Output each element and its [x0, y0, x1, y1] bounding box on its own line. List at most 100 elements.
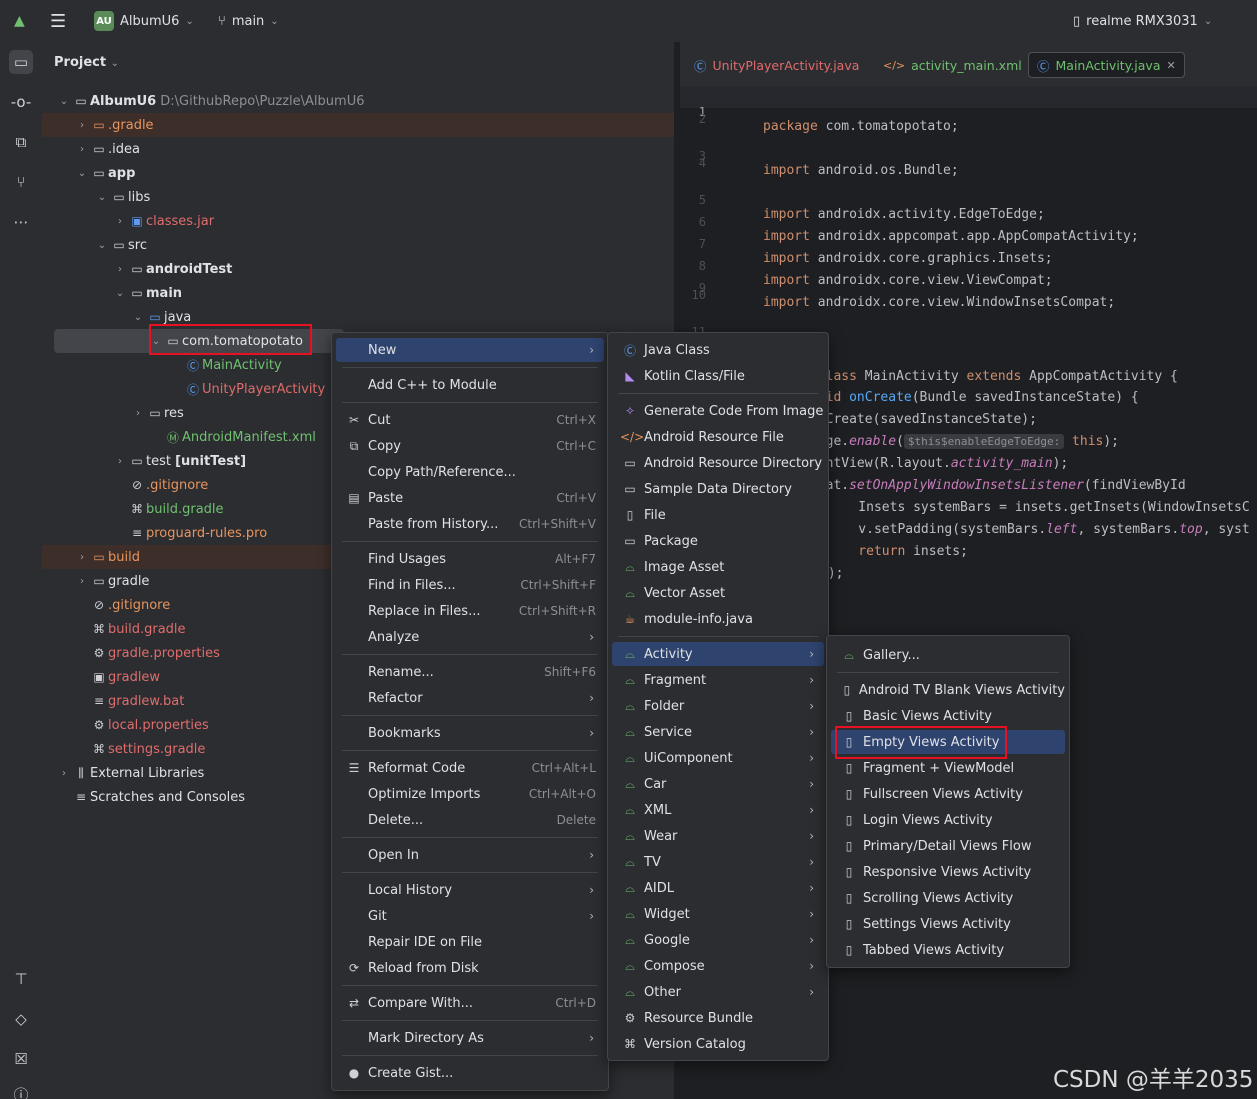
- menu-item-wear[interactable]: ⌓ Wear ›: [612, 824, 824, 848]
- branch-switcher[interactable]: ⑂ main ⌄: [218, 0, 279, 42]
- menu-item-fullscreen-views[interactable]: ▯ Fullscreen Views Activity: [831, 782, 1065, 806]
- menu-item-fragment[interactable]: ⌓ Fragment ›: [612, 668, 824, 692]
- menu-item-analyze[interactable]: Analyze ›: [336, 625, 604, 649]
- menu-item-local-history[interactable]: Local History ›: [336, 878, 604, 902]
- code-line[interactable]: 11 ▷ </> public class MainActivity exten…: [680, 306, 1257, 384]
- gem-icon[interactable]: ◇: [9, 1007, 33, 1031]
- code-line[interactable]: 8 import androidx.core.view.ViewCompat;: [680, 240, 1257, 288]
- menu-item-activity[interactable]: ⌓ Activity ›: [612, 642, 824, 666]
- menu-item-delete[interactable]: Delete... Delete: [336, 808, 604, 832]
- main-menu-button[interactable]: ☰: [50, 0, 66, 42]
- tree-item[interactable]: ⌄ ▭ app: [42, 161, 674, 185]
- tree-item[interactable]: › ▭ .gradle: [42, 113, 674, 137]
- menu-item-tv-blank-views[interactable]: ▯ Android TV Blank Views Activity: [831, 678, 1065, 702]
- menu-item-reformat-code[interactable]: ☰ Reformat Code Ctrl+Alt+L: [336, 756, 604, 780]
- menu-item-create-gist[interactable]: ● Create Gist...: [336, 1061, 604, 1085]
- code-line[interactable]: 1 package com.tomatopotato;: [680, 86, 1257, 134]
- info-icon[interactable]: ⓘ: [9, 1082, 33, 1099]
- menu-item-package[interactable]: ▭ Package: [612, 529, 824, 553]
- code-line[interactable]: 7 import androidx.core.graphics.Insets;: [680, 218, 1257, 266]
- menu-item-refactor[interactable]: Refactor ›: [336, 686, 604, 710]
- menu-item-other[interactable]: ⌓ Other ›: [612, 980, 824, 1004]
- menu-item-paste[interactable]: ▤ Paste Ctrl+V: [336, 486, 604, 510]
- menu-item-compare-with[interactable]: ⇄ Compare With... Ctrl+D: [336, 991, 604, 1015]
- menu-item-reload-from-disk[interactable]: ⟳ Reload from Disk: [336, 956, 604, 980]
- menu-item-xml[interactable]: ⌓ XML ›: [612, 798, 824, 822]
- folder-icon[interactable]: ▭: [9, 50, 33, 74]
- menu-item-compose[interactable]: ⌓ Compose ›: [612, 954, 824, 978]
- menu-item-vector-asset[interactable]: ⌓ Vector Asset: [612, 581, 824, 605]
- menu-item-optimize-imports[interactable]: Optimize Imports Ctrl+Alt+O: [336, 782, 604, 806]
- code-line[interactable]: 3 import android.os.Bundle;: [680, 130, 1257, 178]
- menu-item-folder[interactable]: ⌓ Folder ›: [612, 694, 824, 718]
- menu-item-tv[interactable]: ⌓ TV ›: [612, 850, 824, 874]
- menu-item-android-resource-file[interactable]: </> Android Resource File: [612, 425, 824, 449]
- menu-item-resource-bundle[interactable]: ⚙ Resource Bundle: [612, 1006, 824, 1030]
- menu-item-settings-views[interactable]: ▯ Settings Views Activity: [831, 912, 1065, 936]
- menu-item-aidl[interactable]: ⌓ AIDL ›: [612, 876, 824, 900]
- menu-item-tabbed-views[interactable]: ▯ Tabbed Views Activity: [831, 938, 1065, 962]
- tab-main-activity[interactable]: Ⓒ MainActivity.java ✕: [1028, 52, 1185, 78]
- menu-item-repair-ide[interactable]: Repair IDE on File: [336, 930, 604, 954]
- close-icon[interactable]: ✕: [1166, 59, 1175, 72]
- tree-item[interactable]: ⌄ ▭ src: [42, 233, 674, 257]
- code-line[interactable]: 9 import androidx.core.view.WindowInsets…: [680, 262, 1257, 310]
- project-panel-header[interactable]: Project ⌄: [54, 55, 119, 70]
- menu-item-primary-detail[interactable]: ▯ Primary/Detail Views Flow: [831, 834, 1065, 858]
- code-line[interactable]: 6 import androidx.appcompat.app.AppCompa…: [680, 196, 1257, 244]
- menu-item-replace-in-files[interactable]: Replace in Files... Ctrl+Shift+R: [336, 599, 604, 623]
- menu-item-image-asset[interactable]: ⌓ Image Asset: [612, 555, 824, 579]
- code-line[interactable]: 10: [680, 284, 1257, 306]
- menu-item-copy[interactable]: ⧉ Copy Ctrl+C: [336, 434, 604, 458]
- tab-unity-player-activity[interactable]: Ⓒ UnityPlayerActivity.java: [686, 52, 867, 78]
- tree-item[interactable]: › ▣ classes.jar: [42, 209, 674, 233]
- more-icon[interactable]: ⋯: [9, 210, 33, 234]
- menu-item-cut[interactable]: ✂ Cut Ctrl+X: [336, 408, 604, 432]
- menu-item-fragment-viewmodel[interactable]: ▯ Fragment + ViewModel: [831, 756, 1065, 780]
- code-line[interactable]: 4: [680, 152, 1257, 174]
- menu-item-find-in-files[interactable]: Find in Files... Ctrl+Shift+F: [336, 573, 604, 597]
- device-selector[interactable]: ▯ realme RMX3031 ⌄: [1073, 0, 1212, 42]
- menu-item-paste-history[interactable]: Paste from History... Ctrl+Shift+V: [336, 512, 604, 536]
- code-line[interactable]: 2: [680, 108, 1257, 130]
- tree-item[interactable]: › ▭ androidTest: [42, 257, 674, 281]
- menu-item-car[interactable]: ⌓ Car ›: [612, 772, 824, 796]
- android-icon[interactable]: ☒: [9, 1047, 33, 1071]
- menu-item-login-views[interactable]: ▯ Login Views Activity: [831, 808, 1065, 832]
- menu-item-basic-views[interactable]: ▯ Basic Views Activity: [831, 704, 1065, 728]
- menu-item-open-in[interactable]: Open In ›: [336, 843, 604, 867]
- tree-item-root[interactable]: ⌄ ▭ AlbumU6 D:\GithubRepo\Puzzle\AlbumU6: [42, 89, 674, 113]
- menu-item-file[interactable]: ▯ File: [612, 503, 824, 527]
- menu-item-uicomponent[interactable]: ⌓ UiComponent ›: [612, 746, 824, 770]
- menu-item-new[interactable]: New ›: [336, 338, 604, 362]
- menu-item-java-class[interactable]: Ⓒ Java Class: [612, 338, 824, 362]
- menu-item-module-info[interactable]: ☕ module-info.java: [612, 607, 824, 631]
- menu-item-generate-from-image[interactable]: ✧ Generate Code From Image: [612, 399, 824, 423]
- menu-item-responsive-views[interactable]: ▯ Responsive Views Activity: [831, 860, 1065, 884]
- menu-item-google[interactable]: ⌓ Google ›: [612, 928, 824, 952]
- menu-item-android-resource-dir[interactable]: ▭ Android Resource Directory: [612, 451, 824, 475]
- build-icon[interactable]: ⊤: [9, 967, 33, 991]
- menu-item-find-usages[interactable]: Find Usages Alt+F7: [336, 547, 604, 571]
- tree-item[interactable]: ⌄ ▭ libs: [42, 185, 674, 209]
- project-switcher[interactable]: AU AlbumU6 ⌄: [94, 0, 194, 42]
- structure-icon[interactable]: ⧉: [9, 130, 33, 154]
- pull-request-icon[interactable]: ⑂: [9, 170, 33, 194]
- tree-item[interactable]: › ▭ .idea: [42, 137, 674, 161]
- menu-item-git[interactable]: Git ›: [336, 904, 604, 928]
- menu-item-copy-path[interactable]: Copy Path/Reference...: [336, 460, 604, 484]
- menu-item-sample-data-dir[interactable]: ▭ Sample Data Directory: [612, 477, 824, 501]
- menu-item-service[interactable]: ⌓ Service ›: [612, 720, 824, 744]
- menu-item-gallery[interactable]: ⌓ Gallery...: [831, 643, 1065, 667]
- menu-item-bookmarks[interactable]: Bookmarks ›: [336, 721, 604, 745]
- menu-item-widget[interactable]: ⌓ Widget ›: [612, 902, 824, 926]
- menu-item-version-catalog[interactable]: ⌘ Version Catalog: [612, 1032, 824, 1056]
- tree-item[interactable]: ⌄ ▭ main: [42, 281, 674, 305]
- menu-item-scrolling-views[interactable]: ▯ Scrolling Views Activity: [831, 886, 1065, 910]
- tree-item[interactable]: ⌄ ▭ java: [42, 305, 674, 329]
- menu-item-mark-directory[interactable]: Mark Directory As ›: [336, 1026, 604, 1050]
- menu-item-rename[interactable]: Rename... Shift+F6: [336, 660, 604, 684]
- tab-activity-main-xml[interactable]: </> activity_main.xml: [875, 52, 1030, 78]
- menu-item-kotlin-class[interactable]: ◣ Kotlin Class/File: [612, 364, 824, 388]
- menu-item-add-cpp[interactable]: Add C++ to Module: [336, 373, 604, 397]
